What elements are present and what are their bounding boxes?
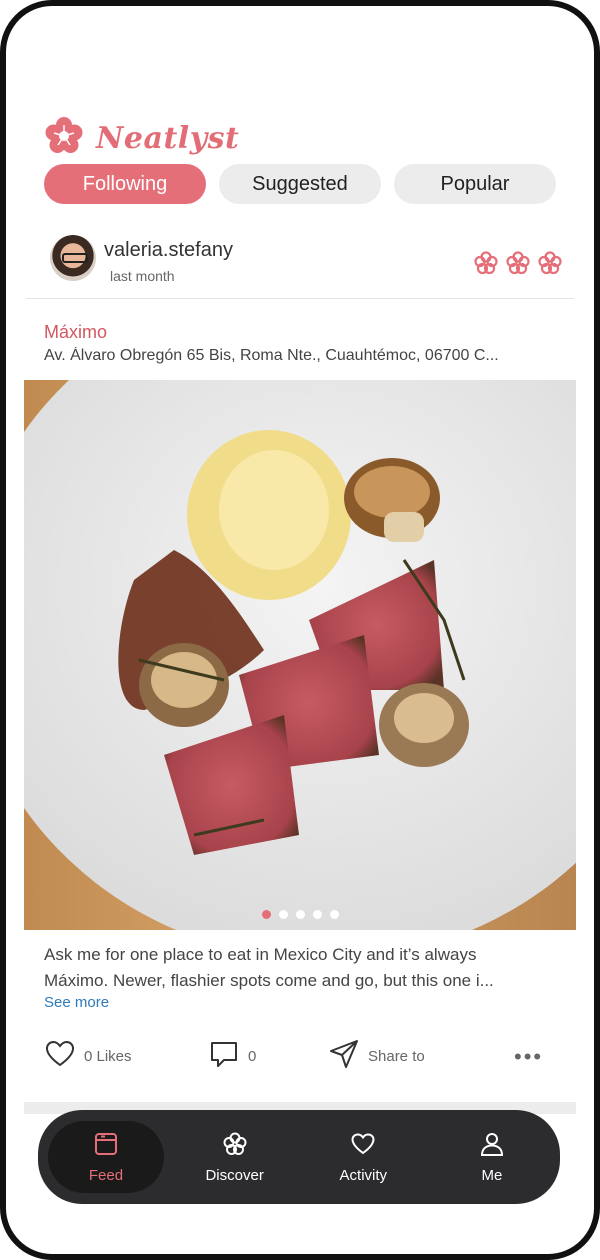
- post-caption: Ask me for one place to eat in Mexico Ci…: [44, 942, 564, 994]
- app-header: Neatlyst: [44, 116, 239, 161]
- carousel-dot[interactable]: [261, 910, 271, 919]
- profile-icon: [479, 1131, 505, 1167]
- carousel-dot[interactable]: [329, 910, 339, 919]
- post-header: valeria.stefany last month: [44, 233, 562, 293]
- discover-icon: [222, 1131, 248, 1167]
- comments-count: 0: [248, 1048, 257, 1065]
- nav-activity[interactable]: Activity: [305, 1121, 421, 1193]
- share-label: Share to: [368, 1048, 425, 1065]
- caption-line: Máximo. Newer, flashier spots come and g…: [44, 971, 494, 990]
- flower-icon: [474, 251, 498, 280]
- post-timestamp: last month: [110, 268, 175, 284]
- phone-frame: Neatlyst Following Suggested Popular val…: [0, 0, 600, 1260]
- avatar[interactable]: [50, 235, 96, 281]
- flower-logo-icon: [44, 116, 84, 161]
- nav-me[interactable]: Me: [434, 1121, 550, 1193]
- carousel-dot[interactable]: [312, 910, 322, 919]
- restaurant-address: Av. Álvaro Obregón 65 Bis, Roma Nte., Cu…: [44, 347, 499, 364]
- nav-discover-label: Discover: [205, 1166, 264, 1184]
- post-photo[interactable]: [24, 380, 576, 930]
- post-username[interactable]: valeria.stefany: [104, 239, 233, 262]
- comment-icon: [208, 1038, 240, 1075]
- nav-discover[interactable]: Discover: [177, 1121, 293, 1193]
- nav-activity-label: Activity: [339, 1166, 388, 1184]
- tab-popular[interactable]: Popular: [394, 164, 556, 204]
- heart-icon: [44, 1038, 76, 1075]
- carousel-dot[interactable]: [278, 910, 288, 919]
- heart-icon: [350, 1131, 376, 1167]
- see-more-link[interactable]: See more: [44, 994, 109, 1011]
- flower-icon: [538, 251, 562, 280]
- nav-feed-label: Feed: [88, 1166, 124, 1184]
- feed-icon: [93, 1131, 119, 1167]
- bottom-nav: Feed Discover Activity Me: [38, 1110, 560, 1204]
- comment-button[interactable]: 0: [208, 1038, 256, 1075]
- food-photo: [24, 380, 576, 930]
- app-screen: Neatlyst Following Suggested Popular val…: [6, 6, 594, 1254]
- more-options-button[interactable]: •••: [514, 1044, 543, 1070]
- rating: [474, 251, 562, 280]
- nav-feed[interactable]: Feed: [48, 1121, 164, 1193]
- likes-count: 0 Likes: [84, 1048, 132, 1065]
- tab-suggested[interactable]: Suggested: [219, 164, 381, 204]
- feed-tabs: Following Suggested Popular: [44, 164, 556, 204]
- restaurant-name[interactable]: Máximo: [44, 322, 107, 343]
- nav-me-label: Me: [481, 1166, 503, 1184]
- carousel-dot[interactable]: [295, 910, 305, 919]
- carousel-indicator: [24, 910, 576, 919]
- flower-icon: [506, 251, 530, 280]
- caption-line: Ask me for one place to eat in Mexico Ci…: [44, 945, 477, 964]
- tab-following[interactable]: Following: [44, 164, 206, 204]
- send-icon: [328, 1038, 360, 1075]
- divider: [26, 298, 574, 299]
- app-name: Neatlyst: [96, 121, 240, 156]
- share-button[interactable]: Share to: [328, 1038, 425, 1075]
- like-button[interactable]: 0 Likes: [44, 1038, 132, 1075]
